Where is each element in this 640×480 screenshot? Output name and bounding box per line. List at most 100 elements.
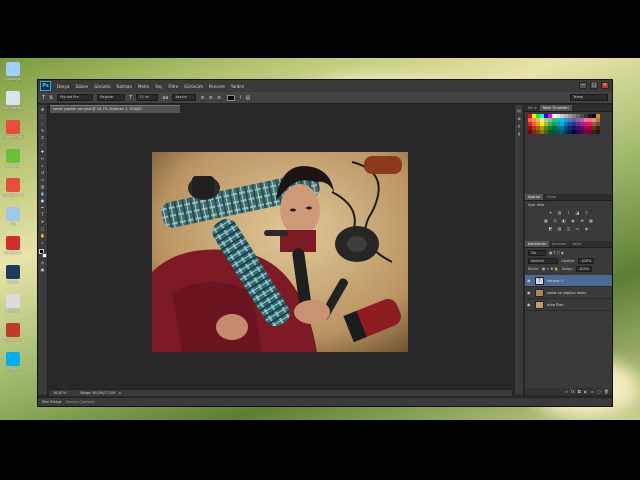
quick-select-tool-icon[interactable]: ✎: [40, 128, 46, 133]
hue-saturation-icon[interactable]: ▦: [544, 218, 549, 223]
selective-color-icon[interactable]: ◈: [584, 226, 589, 231]
move-tool-icon[interactable]: ✥: [40, 107, 46, 112]
gradient-map-icon[interactable]: ▭: [575, 226, 580, 231]
layer-row[interactable]: ◉ serial ve yapılan resim: [525, 287, 612, 299]
type-tool-icon[interactable]: T: [40, 212, 46, 217]
desktop-icon[interactable]: Google Chrome: [2, 178, 24, 197]
invert-icon[interactable]: ◩: [548, 226, 553, 231]
workspace-select[interactable]: Temel: [570, 94, 608, 101]
clone-stamp-tool-icon[interactable]: ⊥: [40, 163, 46, 168]
menu-item[interactable]: Filtre: [168, 84, 178, 89]
desktop-icon[interactable]: Steam: [2, 265, 24, 284]
adjustment-layer-icon[interactable]: ◐: [584, 389, 588, 394]
levels-icon[interactable]: ▥: [557, 210, 562, 215]
font-size-select[interactable]: 12 nk: [136, 94, 159, 101]
maximize-button[interactable]: □: [590, 82, 598, 89]
desktop-icon[interactable]: Belgeler: [2, 294, 24, 313]
brightness-icon[interactable]: ☀: [548, 210, 553, 215]
font-family-select[interactable]: Myriad Pro: [57, 94, 94, 101]
shape-tool-icon[interactable]: ▢: [40, 226, 46, 231]
screen-mode-icon[interactable]: ▣: [40, 267, 46, 272]
fill-field[interactable]: 100%: [576, 266, 593, 272]
font-style-select[interactable]: Regular: [97, 94, 126, 101]
new-layer-icon[interactable]: ▢: [597, 389, 601, 394]
color-swatch[interactable]: [596, 130, 600, 134]
desktop-icon[interactable]: Skype: [2, 352, 24, 371]
history-brush-tool-icon[interactable]: ↺: [40, 170, 46, 175]
healing-tool-icon[interactable]: ✚: [40, 149, 46, 154]
tab-color[interactable]: Renk: [525, 105, 540, 111]
close-button[interactable]: ×: [601, 82, 609, 89]
antialias-select[interactable]: Keskin: [172, 94, 197, 101]
pen-tool-icon[interactable]: ✒: [40, 205, 46, 210]
timeline-tab[interactable]: Zaman Çizelgesi: [66, 400, 95, 404]
mini-bridge-tab[interactable]: Mini Bridge: [42, 400, 62, 404]
tab-swatches[interactable]: Renk Örnekleri: [539, 105, 572, 111]
align-left-icon[interactable]: ≡: [200, 95, 204, 101]
blur-tool-icon[interactable]: 💧: [40, 191, 46, 196]
document-image[interactable]: [152, 152, 408, 352]
eraser-tool-icon[interactable]: ▭: [40, 177, 46, 182]
history-icon[interactable]: ▤: [516, 108, 522, 113]
text-orientation-icon[interactable]: ⇅: [49, 95, 53, 101]
eye-icon[interactable]: ◉: [527, 290, 532, 295]
menu-item[interactable]: Düzen: [75, 84, 88, 89]
zoom-level[interactable]: 16,67%: [53, 391, 66, 395]
eyedropper-tool-icon[interactable]: ⟋: [40, 142, 46, 147]
type-tool-icon[interactable]: T: [42, 95, 45, 101]
trash-icon[interactable]: 🗑: [604, 389, 609, 394]
color-picker[interactable]: [38, 249, 47, 258]
brush-tool-icon[interactable]: ✏: [40, 156, 46, 161]
menu-item[interactable]: Dosya: [57, 84, 69, 89]
menu-item[interactable]: Yardım: [231, 84, 244, 89]
tab-adjustments[interactable]: Ayarlar: [525, 194, 544, 200]
exposure-icon[interactable]: ◪: [575, 210, 580, 215]
opacity-field[interactable]: 100%: [578, 258, 595, 264]
character-icon[interactable]: A: [516, 124, 522, 129]
channel-mixer-icon[interactable]: ⊕: [580, 218, 585, 223]
desktop-icon[interactable]: Google Chrome: [2, 120, 24, 139]
tab-paths[interactable]: Yollar: [569, 241, 584, 247]
gradient-tool-icon[interactable]: ▥: [40, 184, 46, 189]
group-icon[interactable]: ▭: [590, 389, 594, 394]
marquee-tool-icon[interactable]: ⬚: [40, 114, 46, 119]
zoom-tool-icon[interactable]: ⌕: [40, 240, 46, 245]
warp-text-icon[interactable]: ⌇: [239, 95, 241, 101]
tab-styles[interactable]: Stiller: [543, 194, 559, 200]
posterize-icon[interactable]: ▨: [557, 226, 562, 231]
menu-item[interactable]: Görüntü: [94, 84, 110, 89]
desktop-icon[interactable]: Geri Dönüşüm: [2, 91, 24, 110]
desktop-icon[interactable]: Ağ: [2, 207, 24, 226]
curves-icon[interactable]: ⌇: [566, 210, 571, 215]
menu-item[interactable]: Seç: [155, 84, 162, 89]
properties-icon[interactable]: ≣: [516, 116, 522, 121]
tab-layers[interactable]: Katmanlar: [525, 241, 550, 247]
desktop-icon[interactable]: Bilgisayar: [2, 62, 24, 81]
vibrance-icon[interactable]: ▽: [584, 210, 589, 215]
background-color[interactable]: [41, 253, 47, 258]
menu-item[interactable]: Katman: [117, 84, 132, 89]
text-color-swatch[interactable]: [227, 94, 236, 101]
eye-icon[interactable]: ◉: [527, 278, 532, 283]
color-balance-icon[interactable]: ⚖: [553, 218, 558, 223]
threshold-icon[interactable]: ◫: [566, 226, 571, 231]
layer-kind-filter[interactable]: Tür: [528, 250, 546, 256]
black-white-icon[interactable]: ◧: [562, 218, 567, 223]
filter-icons[interactable]: ▣ T ▢ ◐: [549, 251, 564, 255]
tab-channels[interactable]: Kanallar: [549, 241, 569, 247]
fx-icon[interactable]: fx: [571, 389, 575, 394]
link-icon[interactable]: ∞: [565, 389, 568, 394]
menu-item[interactable]: Metin: [138, 84, 149, 89]
lasso-tool-icon[interactable]: ◌: [40, 121, 46, 126]
align-center-icon[interactable]: ≡: [209, 95, 213, 101]
canvas-area[interactable]: [49, 113, 512, 389]
crop-tool-icon[interactable]: ⌗: [40, 135, 46, 140]
desktop-icon[interactable]: Biteldefer: [2, 236, 24, 255]
minimize-button[interactable]: −: [579, 82, 587, 89]
lock-icons[interactable]: ▦ ✏ ✥ 🔒: [542, 267, 559, 271]
document-tab[interactable]: serial yapilan son.psd @ 16,7% (Katman 1…: [50, 105, 180, 113]
color-lookup-icon[interactable]: ▦: [589, 218, 594, 223]
path-select-tool-icon[interactable]: ➤: [40, 219, 46, 224]
photo-filter-icon[interactable]: ◉: [571, 218, 576, 223]
character-panel-icon[interactable]: ▤: [246, 95, 251, 101]
